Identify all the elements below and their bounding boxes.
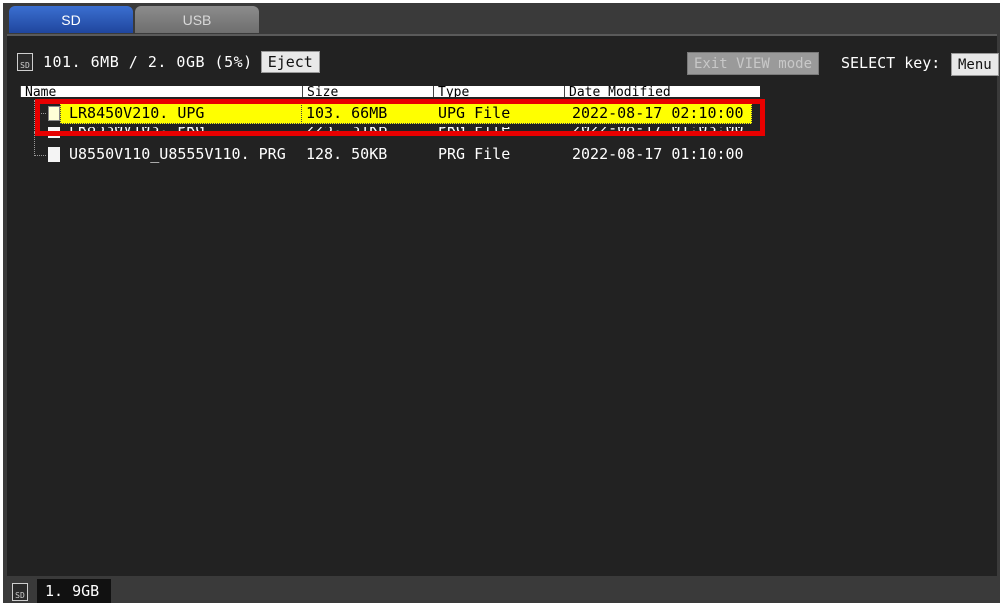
select-key-label: SELECT key: [841, 53, 941, 72]
file-row[interactable]: U8550V110_U8555V110. PRG 128. 50KB PRG F… [20, 144, 760, 165]
sd-card-icon: SD [12, 583, 28, 601]
tab-usb[interactable]: USB [135, 6, 259, 33]
menu-button[interactable]: Menu [951, 53, 999, 76]
status-bar: SD 1. 9GB [3, 576, 1000, 603]
column-header-type[interactable]: Type [433, 86, 564, 97]
tab-sd-label: SD [61, 11, 81, 28]
file-icon [48, 147, 60, 162]
eject-button[interactable]: Eject [260, 51, 320, 73]
column-header-size[interactable]: Size [302, 86, 433, 97]
device-screen: SD USB SD 101. 6MB / 2. 0GB (5%) Eject E… [3, 3, 1000, 603]
exit-view-mode-button[interactable]: Exit VIEW mode [687, 52, 820, 75]
free-space-indicator: 1. 9GB [37, 579, 111, 603]
file-type: PRG File [438, 145, 511, 163]
column-header-name[interactable]: Name [20, 86, 302, 97]
file-name: U8550V110_U8555V110. PRG [69, 145, 286, 163]
storage-usage: 101. 6MB / 2. 0GB (5%) [43, 53, 253, 71]
sd-card-icon: SD [17, 53, 33, 71]
column-header-date[interactable]: Date Modified [564, 86, 760, 97]
file-size: 128. 50KB [306, 145, 388, 163]
storage-info-bar: SD 101. 6MB / 2. 0GB (5%) Eject [17, 50, 320, 74]
tab-usb-label: USB [182, 11, 212, 28]
file-date: 2022-08-17 01:10:00 [572, 145, 744, 163]
annotation-highlight-box [35, 99, 765, 136]
tab-sd[interactable]: SD [9, 6, 133, 33]
